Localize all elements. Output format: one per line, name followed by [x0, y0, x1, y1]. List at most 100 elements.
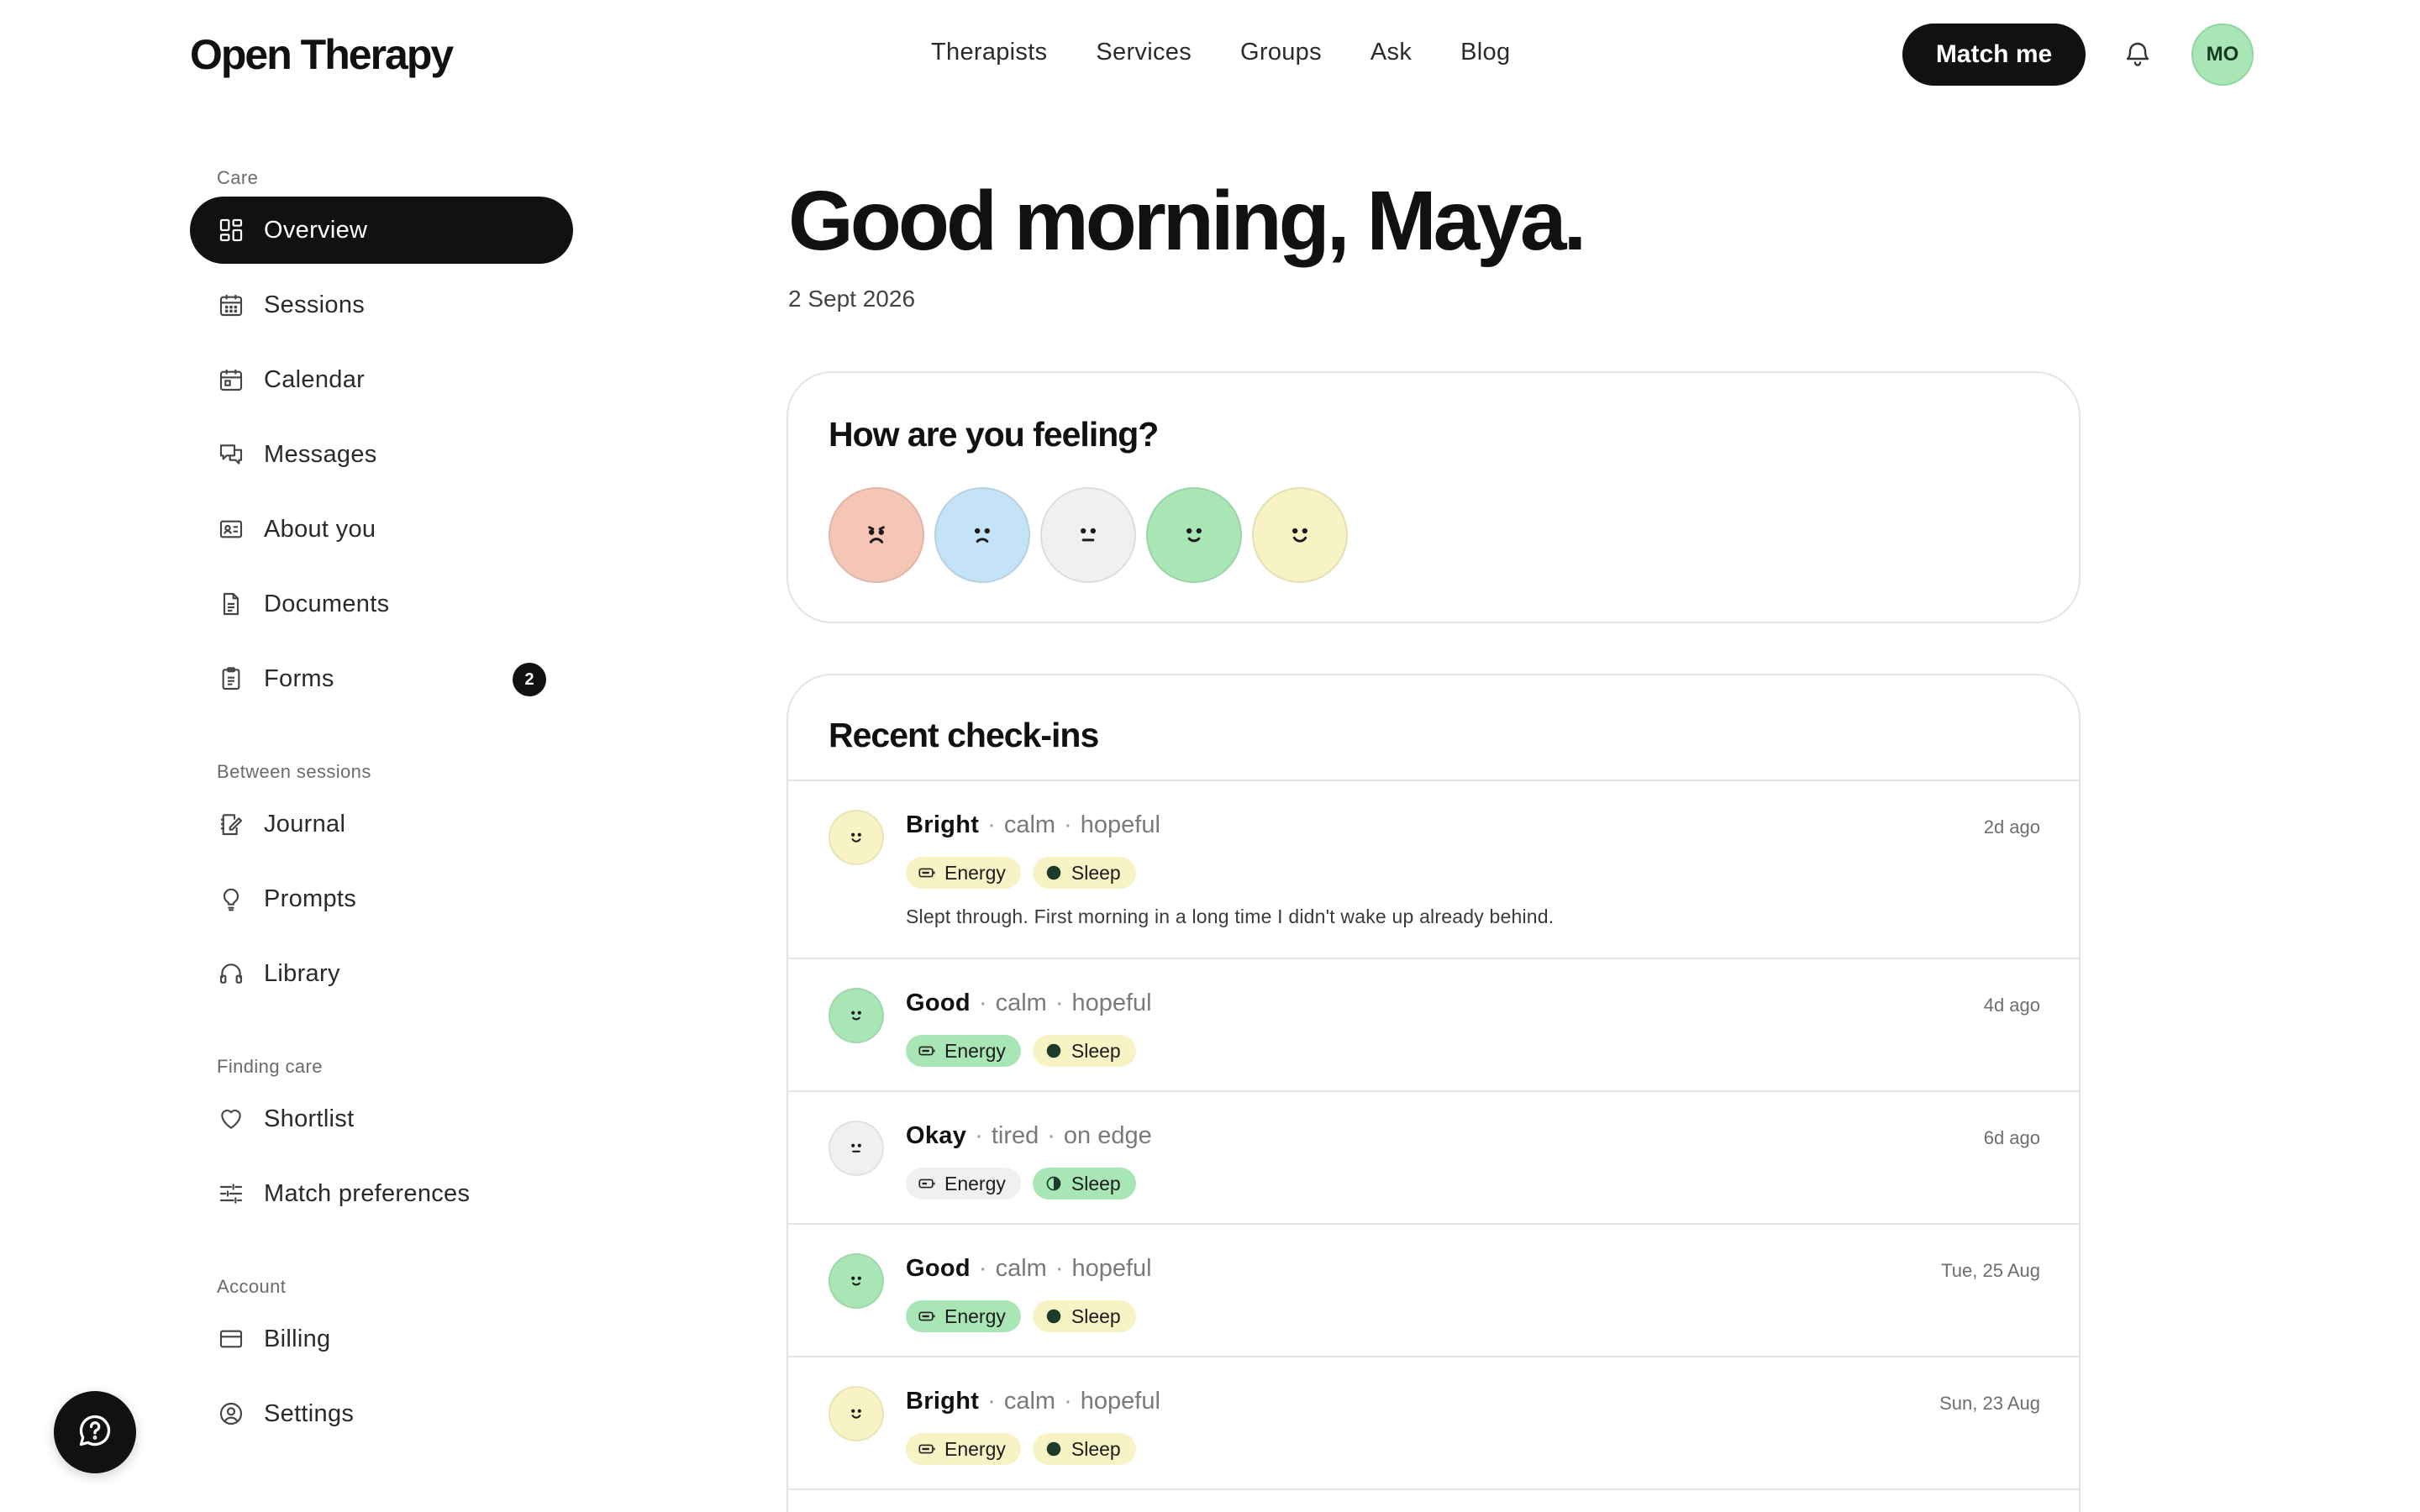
sidebar-item-prompts[interactable]: Prompts	[190, 865, 573, 932]
checkin-mood: Bright	[906, 1388, 980, 1415]
page-title: Good morning, Maya.	[788, 174, 1586, 268]
journal-edit-icon	[217, 810, 245, 838]
checkin-mood: Good	[906, 1255, 971, 1282]
tag-label: Sleep	[1071, 1305, 1121, 1327]
checkin-time: 6d ago	[1983, 1127, 2040, 1148]
top-nav: Open Therapy Therapists Services Groups …	[0, 0, 2420, 109]
nav-link-therapists[interactable]: Therapists	[931, 39, 1047, 66]
tag-label: Energy	[944, 1172, 1006, 1194]
forms-count-badge: 2	[513, 663, 546, 696]
sidebar-item-documents[interactable]: Documents	[190, 570, 573, 638]
checkin-row[interactable]: Bright · calm · hopeful Sun, 23 Aug Energy S…	[788, 1357, 2079, 1490]
sidebar-item-label: Match preferences	[264, 1179, 471, 1207]
mood-neutral-button[interactable]	[1040, 487, 1136, 583]
sidebar-item-library[interactable]: Library	[190, 940, 573, 1007]
checkin-row[interactable]: Good · calm · hopeful 4d ago Energy Sleep	[788, 959, 2079, 1092]
sidebar-section-finding-care: Finding care	[217, 1056, 323, 1077]
checkin-list: Bright · calm · hopeful 2d ago Energy Sleep …	[788, 780, 2079, 1490]
checkin-feeling: calm	[1003, 811, 1056, 838]
checkin-summary: Good · calm · hopeful	[906, 1255, 1152, 1282]
checkin-feeling: hopeful	[1080, 811, 1160, 838]
clipboard-icon	[217, 664, 245, 693]
mood-check-title: How are you feeling?	[829, 415, 1159, 454]
checkin-tags: Energy Sleep	[906, 1168, 1136, 1200]
neutral-face-icon	[1081, 528, 1096, 542]
moon-full-icon	[1046, 865, 1061, 880]
sidebar-item-match-preferences[interactable]: Match preferences	[190, 1160, 573, 1227]
checkin-summary: Good · calm · hopeful	[906, 990, 1152, 1016]
sidebar-item-label: Journal	[264, 810, 346, 837]
mood-bright-button[interactable]	[1252, 487, 1348, 583]
sidebar-item-label: Shortlist	[264, 1105, 355, 1132]
lightbulb-icon	[217, 885, 245, 913]
mood-good-button[interactable]	[1146, 487, 1242, 583]
sleep-tag: Sleep	[1032, 1300, 1136, 1332]
brand-logo[interactable]: Open Therapy	[190, 30, 454, 79]
battery-icon	[918, 868, 935, 878]
sidebar-item-journal[interactable]: Journal	[190, 790, 573, 858]
sidebar-item-shortlist[interactable]: Shortlist	[190, 1085, 573, 1152]
checkin-row[interactable]: Good · calm · hopeful Tue, 25 Aug Energy Sle…	[788, 1225, 2079, 1357]
sidebar-item-messages[interactable]: Messages	[190, 421, 573, 488]
happy-face-icon	[829, 810, 884, 865]
sidebar-item-label: Overview	[264, 216, 368, 244]
checkin-mood: Okay	[906, 1122, 967, 1149]
sidebar-item-settings[interactable]: Settings	[190, 1380, 573, 1447]
sidebar-item-label: Documents	[264, 590, 390, 617]
checkin-summary: Okay · tired · on edge	[906, 1122, 1152, 1149]
battery-icon	[918, 1311, 935, 1321]
checkin-mood: Bright	[906, 811, 980, 838]
moon-half-icon	[1046, 1176, 1061, 1191]
help-button[interactable]	[54, 1391, 136, 1473]
checkin-feeling: tired	[991, 1122, 1039, 1149]
happy-face-icon	[829, 1386, 884, 1441]
checkin-tags: Energy Sleep	[906, 1035, 1136, 1067]
sidebar-section-care: Care	[217, 167, 259, 188]
mood-sad-button[interactable]	[934, 487, 1030, 583]
sidebar-item-label: Library	[264, 959, 340, 987]
chat-icon	[217, 440, 245, 469]
calendar-grid-icon	[217, 291, 245, 319]
battery-icon	[918, 1046, 935, 1056]
sidebar-item-label: Settings	[264, 1399, 355, 1427]
checkin-feeling: hopeful	[1080, 1388, 1160, 1415]
sidebar-item-label: Billing	[264, 1325, 331, 1352]
match-me-button[interactable]: Match me	[1902, 24, 2086, 86]
credit-card-icon	[217, 1325, 245, 1353]
mood-very-sad-button[interactable]	[829, 487, 924, 583]
checkin-row[interactable]: Okay · tired · on edge 6d ago Energy Sleep	[788, 1092, 2079, 1225]
checkin-mood: Good	[906, 990, 971, 1016]
checkin-time: 4d ago	[1983, 995, 2040, 1016]
battery-icon	[918, 1444, 935, 1454]
sidebar-item-forms[interactable]: Forms 2	[190, 645, 573, 712]
tag-label: Energy	[944, 1437, 1006, 1460]
sidebar-item-overview[interactable]: Overview	[190, 197, 573, 264]
bell-icon[interactable]	[2123, 39, 2153, 69]
energy-tag: Energy	[906, 857, 1021, 889]
checkin-feeling: on edge	[1063, 1122, 1152, 1149]
checkin-summary: Bright · calm · hopeful	[906, 811, 1160, 838]
moon-full-icon	[1046, 1441, 1061, 1457]
sidebar-item-sessions[interactable]: Sessions	[190, 271, 573, 339]
checkin-row[interactable]: Bright · calm · hopeful 2d ago Energy Sleep …	[788, 781, 2079, 959]
sidebar-item-about-you[interactable]: About you	[190, 496, 573, 563]
sliders-icon	[217, 1179, 245, 1208]
checkin-feeling: hopeful	[1071, 990, 1152, 1016]
sidebar-item-label: Sessions	[264, 291, 366, 318]
tag-label: Sleep	[1071, 1039, 1121, 1062]
sleep-tag: Sleep	[1032, 857, 1136, 889]
frown-face-icon	[868, 526, 885, 543]
tag-label: Energy	[944, 1305, 1006, 1327]
sidebar-item-billing[interactable]: Billing	[190, 1305, 573, 1373]
checkin-tags: Energy Sleep	[906, 1433, 1136, 1465]
nav-link-services[interactable]: Services	[1096, 39, 1192, 66]
nav-link-blog[interactable]: Blog	[1460, 39, 1510, 66]
smile-face-icon	[829, 1253, 884, 1309]
happy-face-icon	[1292, 528, 1307, 543]
nav-link-groups[interactable]: Groups	[1240, 39, 1322, 66]
nav-link-ask[interactable]: Ask	[1370, 39, 1412, 66]
sidebar-item-calendar[interactable]: Calendar	[190, 346, 573, 413]
energy-tag: Energy	[906, 1035, 1021, 1067]
tag-label: Energy	[944, 1039, 1006, 1062]
user-avatar[interactable]: MO	[2191, 24, 2254, 86]
